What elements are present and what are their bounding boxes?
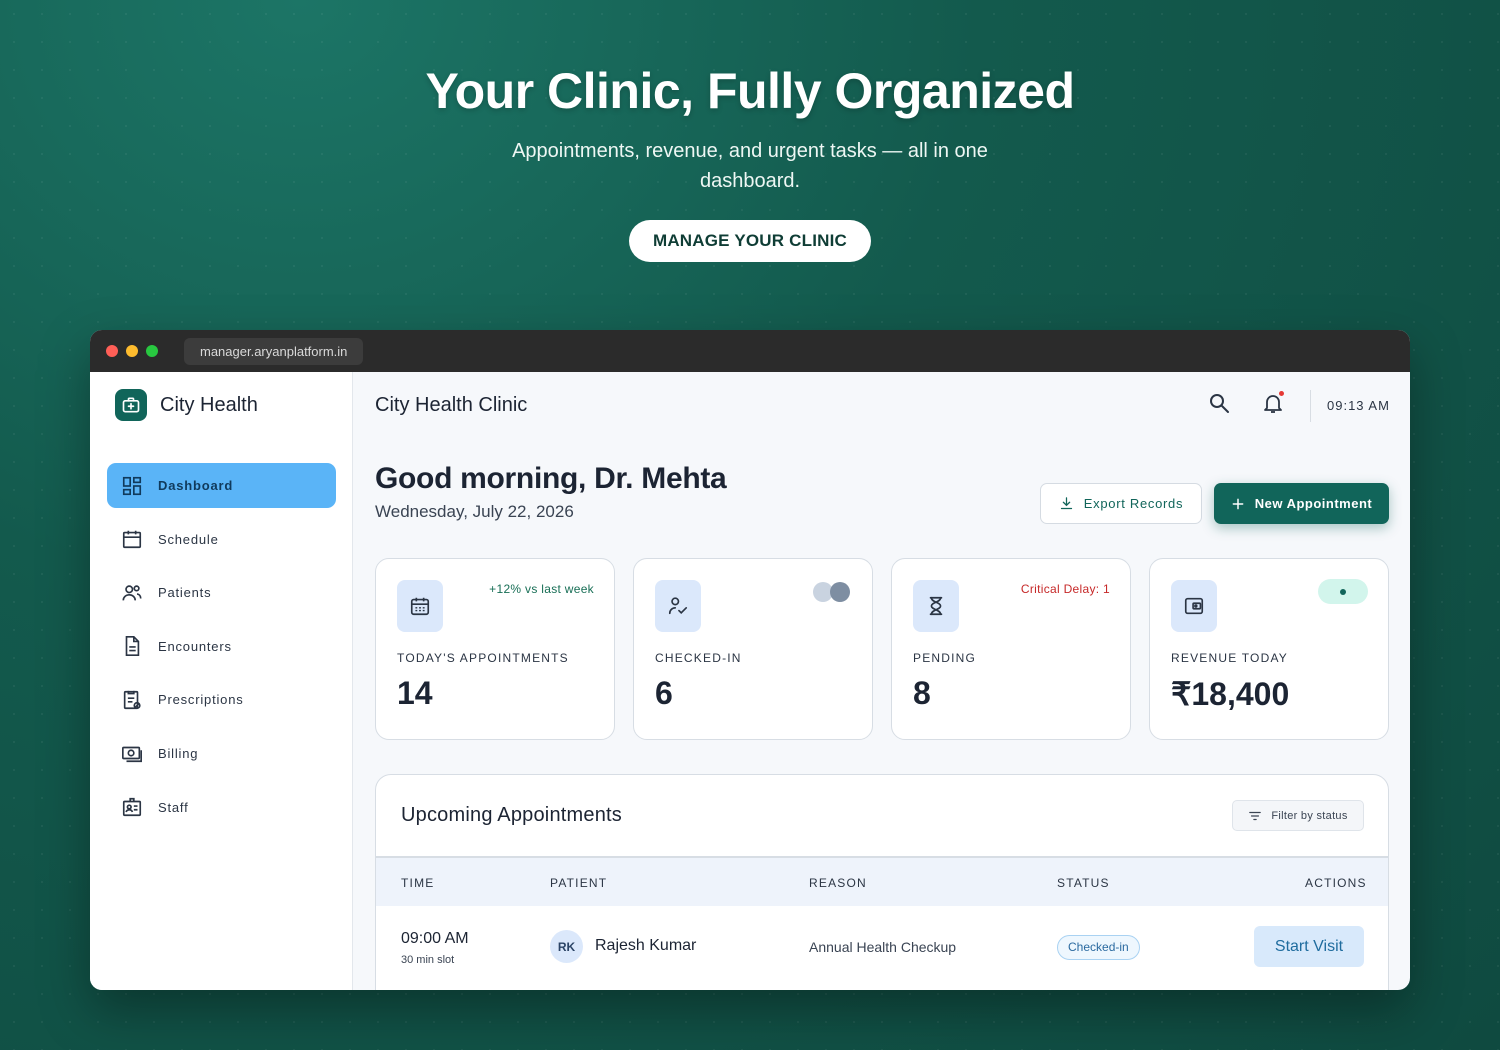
filter-icon (1249, 811, 1262, 820)
column-header-time[interactable]: TIME (401, 876, 434, 890)
sidebar-item-schedule[interactable]: Schedule (107, 517, 336, 562)
notification-dot (1279, 391, 1284, 396)
panel-title: Upcoming Appointments (401, 804, 622, 826)
minimize-window-button[interactable] (126, 345, 138, 357)
prescription-icon (123, 690, 141, 709)
table-header: TIME PATIENT REASON STATUS ACTIONS (376, 856, 1388, 906)
clinic-title: City Health Clinic (375, 394, 528, 416)
patient-name[interactable]: Rajesh Kumar (595, 937, 696, 955)
upcoming-appointments-panel: Upcoming Appointments Filter by status T… (375, 774, 1389, 990)
greeting-heading: Good morning, Dr. Mehta (375, 462, 727, 495)
staff-badge-icon (122, 797, 142, 817)
appointment-time: 09:00 AM (401, 930, 469, 947)
export-records-button[interactable]: Export Records (1040, 483, 1202, 524)
stat-label: PENDING (913, 651, 977, 665)
critical-delay-badge: Critical Delay: 1 (1020, 582, 1110, 596)
user-check-icon (655, 580, 701, 632)
sidebar-item-prescriptions[interactable]: Prescriptions (107, 677, 336, 722)
users-icon (122, 584, 142, 601)
hero-title: Your Clinic, Fully Organized (425, 63, 1075, 119)
avatar: RK (550, 930, 583, 963)
url-bar[interactable]: manager.aryanplatform.in (184, 338, 364, 365)
hero-section: Your Clinic, Fully Organized Appointment… (0, 62, 1500, 262)
stat-value: ₹18,400 (1171, 676, 1290, 712)
sidebar-item-label: Encounters (158, 638, 232, 654)
current-date: Wednesday, July 22, 2026 (375, 502, 574, 521)
sidebar-item-label: Billing (158, 745, 199, 761)
maximize-window-button[interactable] (146, 345, 158, 357)
sidebar-item-label: Schedule (158, 531, 219, 547)
sidebar-item-patients[interactable]: Patients (107, 570, 336, 615)
browser-titlebar: manager.aryanplatform.in (90, 330, 1410, 372)
sidebar-nav: Dashboard Schedule Patients Encounters P… (107, 463, 336, 838)
medical-kit-icon (115, 389, 147, 421)
column-header-status[interactable]: STATUS (1057, 876, 1110, 890)
current-time: 09:13 AM (1327, 398, 1390, 413)
billing-icon (122, 747, 142, 763)
hero-subtitle: Appointments, revenue, and urgent tasks … (512, 140, 988, 192)
sidebar-item-label: Patients (158, 585, 212, 601)
trend-badge: +12% vs last week (489, 582, 594, 596)
main-content: City Health Clinic 09:13 AM Good morning… (354, 372, 1410, 990)
stat-value: 8 (913, 675, 931, 711)
column-header-reason[interactable]: REASON (809, 876, 867, 890)
filter-label: Filter by status (1271, 809, 1348, 822)
brand[interactable]: City Health (115, 389, 258, 421)
browser-window: manager.aryanplatform.in City Health Das… (90, 330, 1410, 990)
sidebar-item-dashboard[interactable]: Dashboard (107, 463, 336, 508)
calendar-icon (122, 530, 142, 549)
hourglass-icon (913, 580, 959, 632)
document-icon (125, 636, 140, 657)
sidebar-item-label: Prescriptions (158, 692, 244, 708)
sidebar-item-label: Staff (158, 799, 189, 815)
sidebar-item-billing[interactable]: Billing (107, 731, 336, 776)
filter-by-status-button[interactable]: Filter by status (1232, 800, 1364, 831)
top-bar: City Health Clinic 09:13 AM (354, 372, 1410, 438)
sidebar-item-encounters[interactable]: Encounters (107, 624, 336, 669)
stat-label: REVENUE TODAY (1171, 651, 1288, 665)
brand-name: City Health (160, 393, 258, 416)
column-header-actions: ACTIONS (1305, 876, 1367, 890)
stat-value: 6 (655, 675, 673, 711)
appointment-slot: 30 min slot (401, 954, 455, 966)
stat-card-appointments[interactable]: +12% vs last week TODAY'S APPOINTMENTS 1… (375, 558, 615, 740)
live-indicator (1318, 579, 1368, 604)
appointment-reason: Annual Health Checkup (809, 939, 957, 955)
table-row[interactable]: 09:00 AM 30 min slot RK Rajesh Kumar Ann… (376, 906, 1388, 986)
stat-value: 14 (397, 675, 433, 711)
new-appointment-label: New Appointment (1254, 496, 1373, 511)
start-visit-button[interactable]: Start Visit (1254, 926, 1364, 967)
stats-row: +12% vs last week TODAY'S APPOINTMENTS 1… (375, 558, 1407, 740)
download-icon (1060, 497, 1072, 510)
wallet-icon (1171, 580, 1217, 632)
new-appointment-button[interactable]: New Appointment (1214, 483, 1389, 524)
sidebar-item-staff[interactable]: Staff (107, 785, 336, 830)
stat-label: TODAY'S APPOINTMENTS (397, 651, 569, 665)
status-badge: Checked-in (1057, 935, 1140, 960)
dashboard-icon (122, 476, 142, 495)
sidebar: City Health Dashboard Schedule Patients … (90, 372, 353, 990)
export-records-label: Export Records (1083, 496, 1184, 511)
stat-card-checked-in[interactable]: CHECKED-IN 6 (633, 558, 873, 740)
sidebar-item-label: Dashboard (158, 478, 234, 493)
status-indicator (813, 582, 851, 602)
column-header-patient[interactable]: PATIENT (550, 876, 607, 890)
stat-card-pending[interactable]: Critical Delay: 1 PENDING 8 (891, 558, 1131, 740)
search-icon[interactable] (1207, 391, 1231, 415)
plus-icon (1232, 498, 1244, 509)
stat-label: CHECKED-IN (655, 651, 742, 665)
stat-card-revenue[interactable]: REVENUE TODAY ₹18,400 (1149, 558, 1389, 740)
calendar-grid-icon (397, 580, 443, 632)
divider (1310, 390, 1311, 422)
manage-clinic-button[interactable]: MANAGE YOUR CLINIC (628, 220, 872, 262)
close-window-button[interactable] (106, 345, 118, 357)
